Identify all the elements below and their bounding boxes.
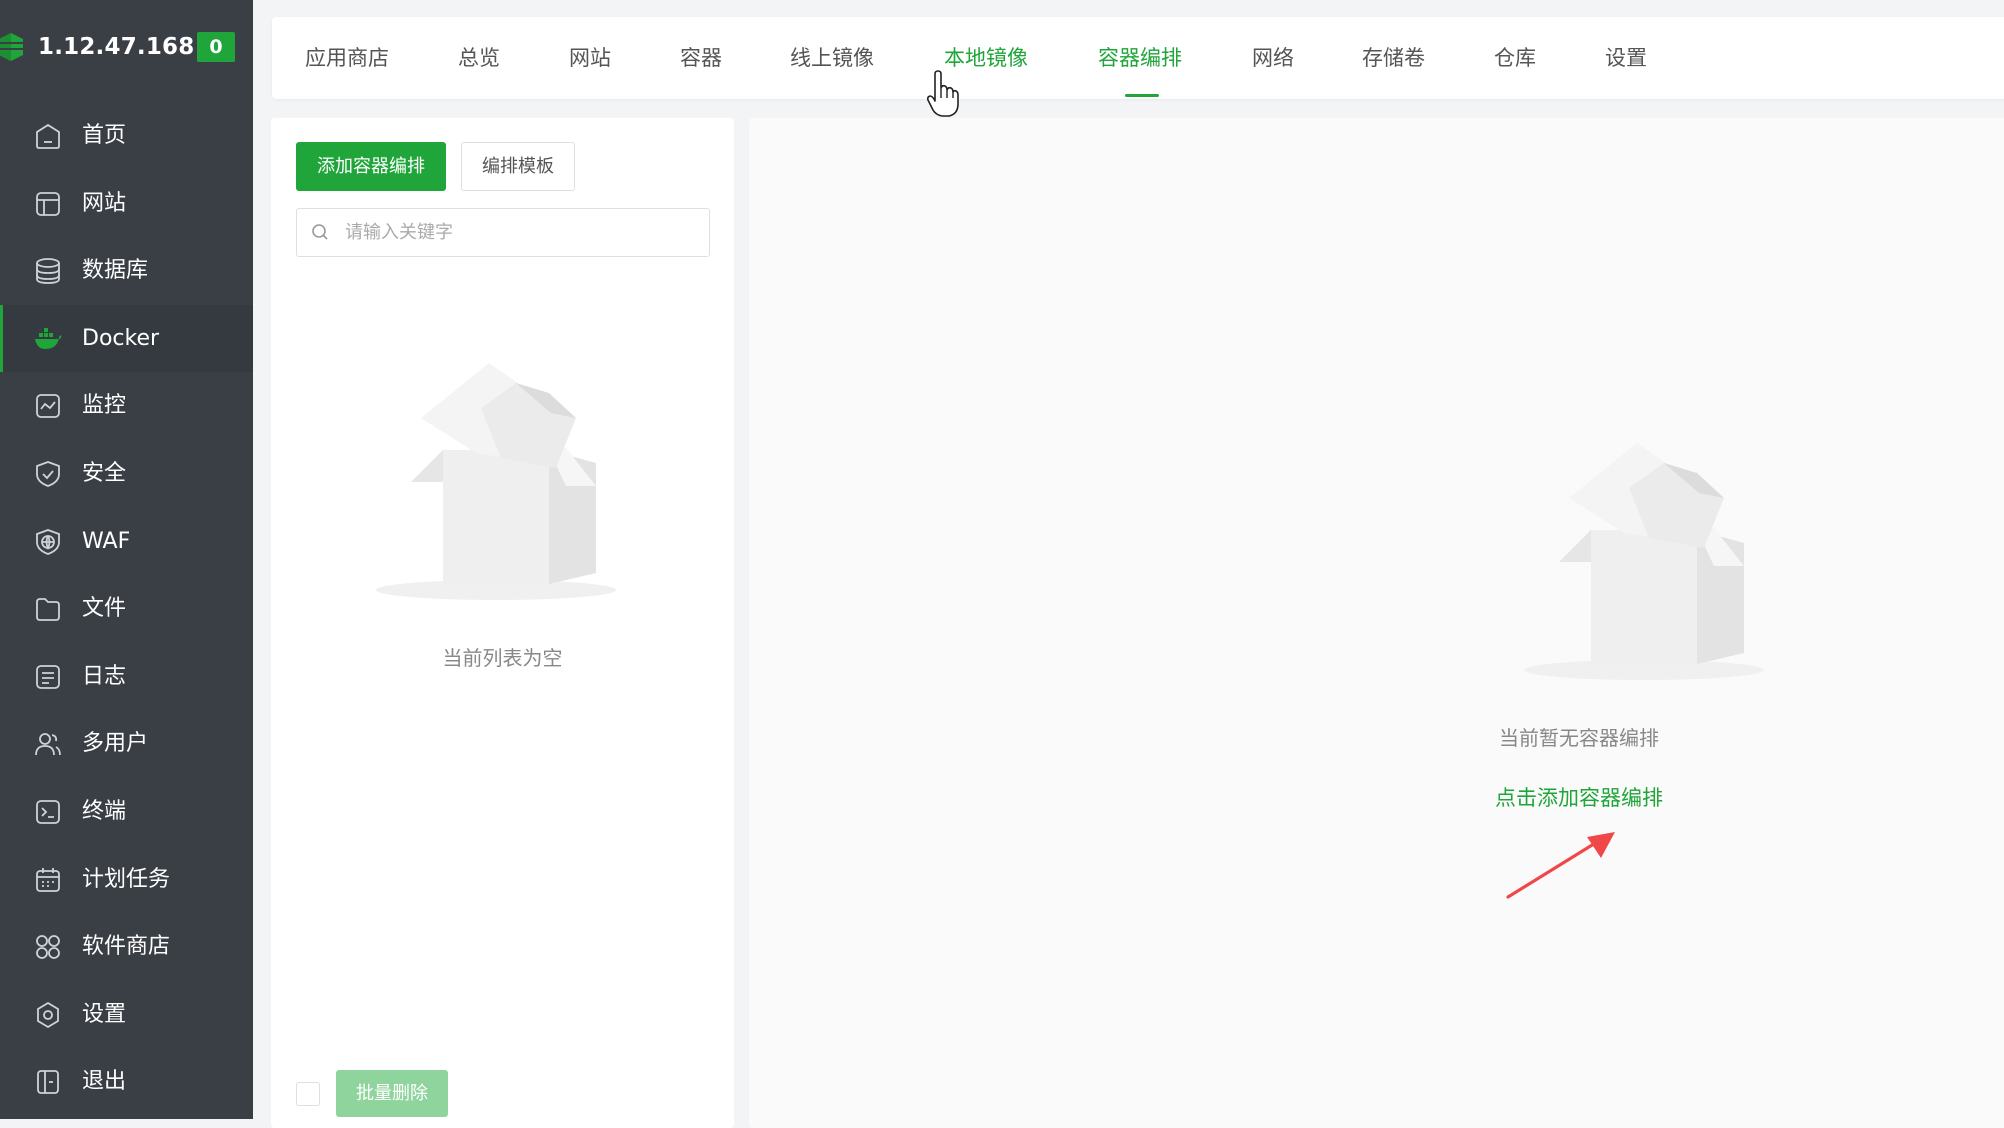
select-all-checkbox[interactable] [296,1082,320,1106]
folder-icon [36,598,60,622]
search-field[interactable] [296,208,710,257]
monitor-icon [36,394,60,419]
sidebar-item-label: 数据库 [82,258,149,284]
docker-icon [35,327,62,349]
sidebar-item-terminal[interactable]: 终端 [0,778,253,846]
active-tab-indicator [1125,94,1159,97]
sidebar-item-settings[interactable]: 设置 [0,981,253,1049]
sidebar-item-label: 安全 [82,460,127,486]
sidebar-item-logout[interactable]: 退出 [0,1048,253,1116]
users-icon [35,733,61,756]
sidebar-item-label: 监控 [82,393,127,419]
terminal-icon [36,800,60,824]
sidebar-item-security[interactable]: 安全 [0,440,253,508]
docker-tabs: 应用商店 总览 网站 容器 线上镜像 本地镜像 容器编排 网络 存储卷 仓库 设… [272,17,2004,99]
apps-icon [36,935,60,960]
no-compose-text: 当前暂无容器编排 [1499,726,1659,750]
logo-icon [0,33,23,61]
annotation-arrow-icon [1506,832,1615,899]
sidebar-item-home[interactable]: 首页 [0,102,253,170]
sidebar-item-label: 设置 [82,1001,127,1027]
sidebar-item-label: 文件 [82,596,127,622]
sidebar-item-label: 软件商店 [82,934,171,960]
tab-containers[interactable]: 容器 [680,17,722,99]
sidebar-item-label: 计划任务 [82,866,171,892]
tab-volumes[interactable]: 存储卷 [1362,17,1425,99]
empty-box-icon [376,363,616,600]
search-input[interactable] [343,209,697,256]
logout-icon [37,1070,59,1095]
calendar-icon [36,867,60,892]
add-compose-link[interactable]: 点击添加容器编排 [1399,782,1759,812]
sidebar-item-docker[interactable]: Docker [0,304,253,373]
database-icon [36,258,60,285]
server-ip: 1.12.47.168 [38,34,195,60]
search-icon [312,224,328,240]
tab-app-store[interactable]: 应用商店 [305,17,389,99]
sidebar-item-logs[interactable]: 日志 [0,643,253,711]
shield-icon [36,461,60,487]
add-compose-button[interactable]: 添加容器编排 [296,142,446,191]
log-icon [36,664,60,689]
sidebar-item-database[interactable]: 数据库 [0,237,253,305]
home-icon [36,123,60,149]
sidebar-item-label: Docker [82,325,160,351]
tab-overview[interactable]: 总览 [458,17,500,99]
sidebar-item-cron[interactable]: 计划任务 [0,846,253,914]
sidebar-item-users[interactable]: 多用户 [0,710,253,778]
compose-detail-panel: 当前暂无容器编排 点击添加容器编排 [749,118,2004,1128]
compose-template-button[interactable]: 编排模板 [461,142,575,191]
sidebar-item-waf[interactable]: WAF [0,508,253,576]
sidebar-item-label: 首页 [82,123,127,148]
sidebar-item-files[interactable]: 文件 [0,575,253,643]
website-icon [36,191,60,216]
gear-icon [37,1001,59,1028]
tab-compose[interactable]: 容器编排 [1098,17,1182,99]
sidebar-item-website[interactable]: 网站 [0,170,253,238]
sidebar-item-label: WAF [82,528,131,554]
sidebar-item-label: 日志 [82,663,127,689]
batch-delete-button: 批量删除 [336,1070,448,1117]
tab-websites[interactable]: 网站 [569,17,611,99]
message-count-badge[interactable]: 0 [197,32,235,62]
tab-online-images[interactable]: 线上镜像 [790,17,874,99]
sidebar-nav: 首页 网站 数据库 Docker 监控 安全 WAF 文件 日志 多用户 终端 … [0,102,253,1116]
tab-registry[interactable]: 仓库 [1494,17,1536,99]
server-header: 1.12.47.168 0 [0,26,253,70]
sidebar-item-label: 多用户 [82,731,149,757]
sidebar-item-label: 网站 [82,190,127,216]
empty-list-text: 当前列表为空 [442,646,563,670]
sidebar-item-label: 退出 [82,1069,127,1095]
sidebar-item-monitor[interactable]: 监控 [0,372,253,440]
compose-list-panel: 添加容器编排 编排模板 当前列表为空 批量删除 [271,118,734,1128]
sidebar-item-store[interactable]: 软件商店 [0,913,253,981]
tab-network[interactable]: 网络 [1252,17,1294,99]
sidebar: 1.12.47.168 0 首页 网站 数据库 Docker 监控 安全 WAF… [0,0,253,1119]
waf-icon [36,528,60,555]
sidebar-item-label: 终端 [82,798,127,824]
tab-settings[interactable]: 设置 [1605,17,1647,99]
hand-cursor-icon [927,70,959,117]
empty-box-icon [1524,443,1764,680]
